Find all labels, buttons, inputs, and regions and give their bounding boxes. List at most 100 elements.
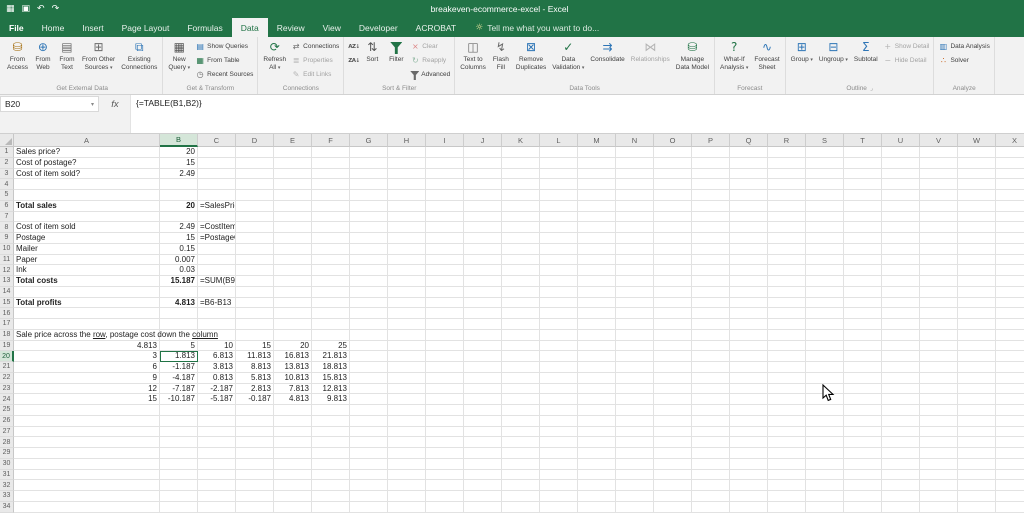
cell-b13[interactable]: 15.187 — [160, 276, 198, 287]
col-header-d[interactable]: D — [236, 134, 274, 147]
cell-o7[interactable] — [654, 212, 692, 223]
cell-s34[interactable] — [806, 502, 844, 513]
tab-review[interactable]: Review — [268, 18, 314, 37]
cell-m15[interactable] — [578, 298, 616, 309]
cell-b14[interactable] — [160, 287, 198, 298]
cell-n33[interactable] — [616, 491, 654, 502]
cell-n28[interactable] — [616, 437, 654, 448]
cell-k28[interactable] — [502, 437, 540, 448]
cell-w23[interactable] — [958, 384, 996, 395]
cell-j14[interactable] — [464, 287, 502, 298]
cell-h22[interactable] — [388, 373, 426, 384]
cell-r8[interactable] — [768, 222, 806, 233]
row-header-24[interactable]: 24 — [0, 394, 14, 405]
cell-h7[interactable] — [388, 212, 426, 223]
cell-u34[interactable] — [882, 502, 920, 513]
cell-f9[interactable] — [312, 233, 350, 244]
cell-r16[interactable] — [768, 308, 806, 319]
cell-c5[interactable] — [198, 190, 236, 201]
ribbon-button-filter[interactable]: Filter — [384, 37, 408, 85]
tab-data[interactable]: Data — [232, 18, 268, 37]
cell-q2[interactable] — [730, 158, 768, 169]
tab-page-layout[interactable]: Page Layout — [113, 18, 179, 37]
cell-i31[interactable] — [426, 470, 464, 481]
cell-i23[interactable] — [426, 384, 464, 395]
cell-a32[interactable] — [14, 480, 160, 491]
cell-e10[interactable] — [274, 244, 312, 255]
cell-e21[interactable]: 13.813 — [274, 362, 312, 373]
cell-g5[interactable] — [350, 190, 388, 201]
col-header-r[interactable]: R — [768, 134, 806, 147]
cell-x32[interactable] — [996, 480, 1024, 491]
cell-h33[interactable] — [388, 491, 426, 502]
cell-o2[interactable] — [654, 158, 692, 169]
cell-s12[interactable] — [806, 265, 844, 276]
cell-c2[interactable] — [198, 158, 236, 169]
col-header-v[interactable]: V — [920, 134, 958, 147]
cell-c33[interactable] — [198, 491, 236, 502]
cell-j26[interactable] — [464, 416, 502, 427]
cell-a2[interactable]: Cost of postage? — [14, 158, 160, 169]
cell-n27[interactable] — [616, 427, 654, 438]
cell-d22[interactable]: 5.813 — [236, 373, 274, 384]
formula-input[interactable]: {=TABLE(B1,B2)} — [130, 95, 1024, 133]
cell-u13[interactable] — [882, 276, 920, 287]
cell-v28[interactable] — [920, 437, 958, 448]
cell-n23[interactable] — [616, 384, 654, 395]
cell-n12[interactable] — [616, 265, 654, 276]
cell-w18[interactable] — [958, 330, 996, 341]
cell-d8[interactable] — [236, 222, 274, 233]
cell-h15[interactable] — [388, 298, 426, 309]
cell-n19[interactable] — [616, 341, 654, 352]
cell-j32[interactable] — [464, 480, 502, 491]
cell-l19[interactable] — [540, 341, 578, 352]
col-header-e[interactable]: E — [274, 134, 312, 147]
cell-s7[interactable] — [806, 212, 844, 223]
cell-x20[interactable] — [996, 351, 1024, 362]
cell-q31[interactable] — [730, 470, 768, 481]
cell-u6[interactable] — [882, 201, 920, 212]
cell-t1[interactable] — [844, 147, 882, 158]
cell-c11[interactable] — [198, 255, 236, 266]
cell-r12[interactable] — [768, 265, 806, 276]
cell-u16[interactable] — [882, 308, 920, 319]
cell-v19[interactable] — [920, 341, 958, 352]
cell-g20[interactable] — [350, 351, 388, 362]
cell-k10[interactable] — [502, 244, 540, 255]
cell-a8[interactable]: Cost of item sold — [14, 222, 160, 233]
cell-n9[interactable] — [616, 233, 654, 244]
cell-g28[interactable] — [350, 437, 388, 448]
cell-a4[interactable] — [14, 179, 160, 190]
cell-q17[interactable] — [730, 319, 768, 330]
cell-k8[interactable] — [502, 222, 540, 233]
cell-w28[interactable] — [958, 437, 996, 448]
cell-w4[interactable] — [958, 179, 996, 190]
cell-h9[interactable] — [388, 233, 426, 244]
cell-f4[interactable] — [312, 179, 350, 190]
cell-p29[interactable] — [692, 448, 730, 459]
cell-e4[interactable] — [274, 179, 312, 190]
cell-q4[interactable] — [730, 179, 768, 190]
cell-g18[interactable] — [350, 330, 388, 341]
cell-x28[interactable] — [996, 437, 1024, 448]
cell-m31[interactable] — [578, 470, 616, 481]
tab-home[interactable]: Home — [33, 18, 74, 37]
cell-t24[interactable] — [844, 394, 882, 405]
cell-e8[interactable] — [274, 222, 312, 233]
cell-d7[interactable] — [236, 212, 274, 223]
cell-o4[interactable] — [654, 179, 692, 190]
ribbon-button-remove-duplicates[interactable]: ⊠RemoveDuplicates — [513, 37, 549, 85]
cell-t13[interactable] — [844, 276, 882, 287]
cell-a22[interactable]: 9 — [14, 373, 160, 384]
cell-j11[interactable] — [464, 255, 502, 266]
row-header-15[interactable]: 15 — [0, 298, 14, 309]
ribbon-button-clear[interactable]: ×Clear — [408, 40, 452, 53]
cell-l5[interactable] — [540, 190, 578, 201]
cell-n3[interactable] — [616, 169, 654, 180]
cell-k15[interactable] — [502, 298, 540, 309]
cell-v22[interactable] — [920, 373, 958, 384]
cell-s5[interactable] — [806, 190, 844, 201]
cell-k22[interactable] — [502, 373, 540, 384]
cell-m1[interactable] — [578, 147, 616, 158]
cell-j4[interactable] — [464, 179, 502, 190]
